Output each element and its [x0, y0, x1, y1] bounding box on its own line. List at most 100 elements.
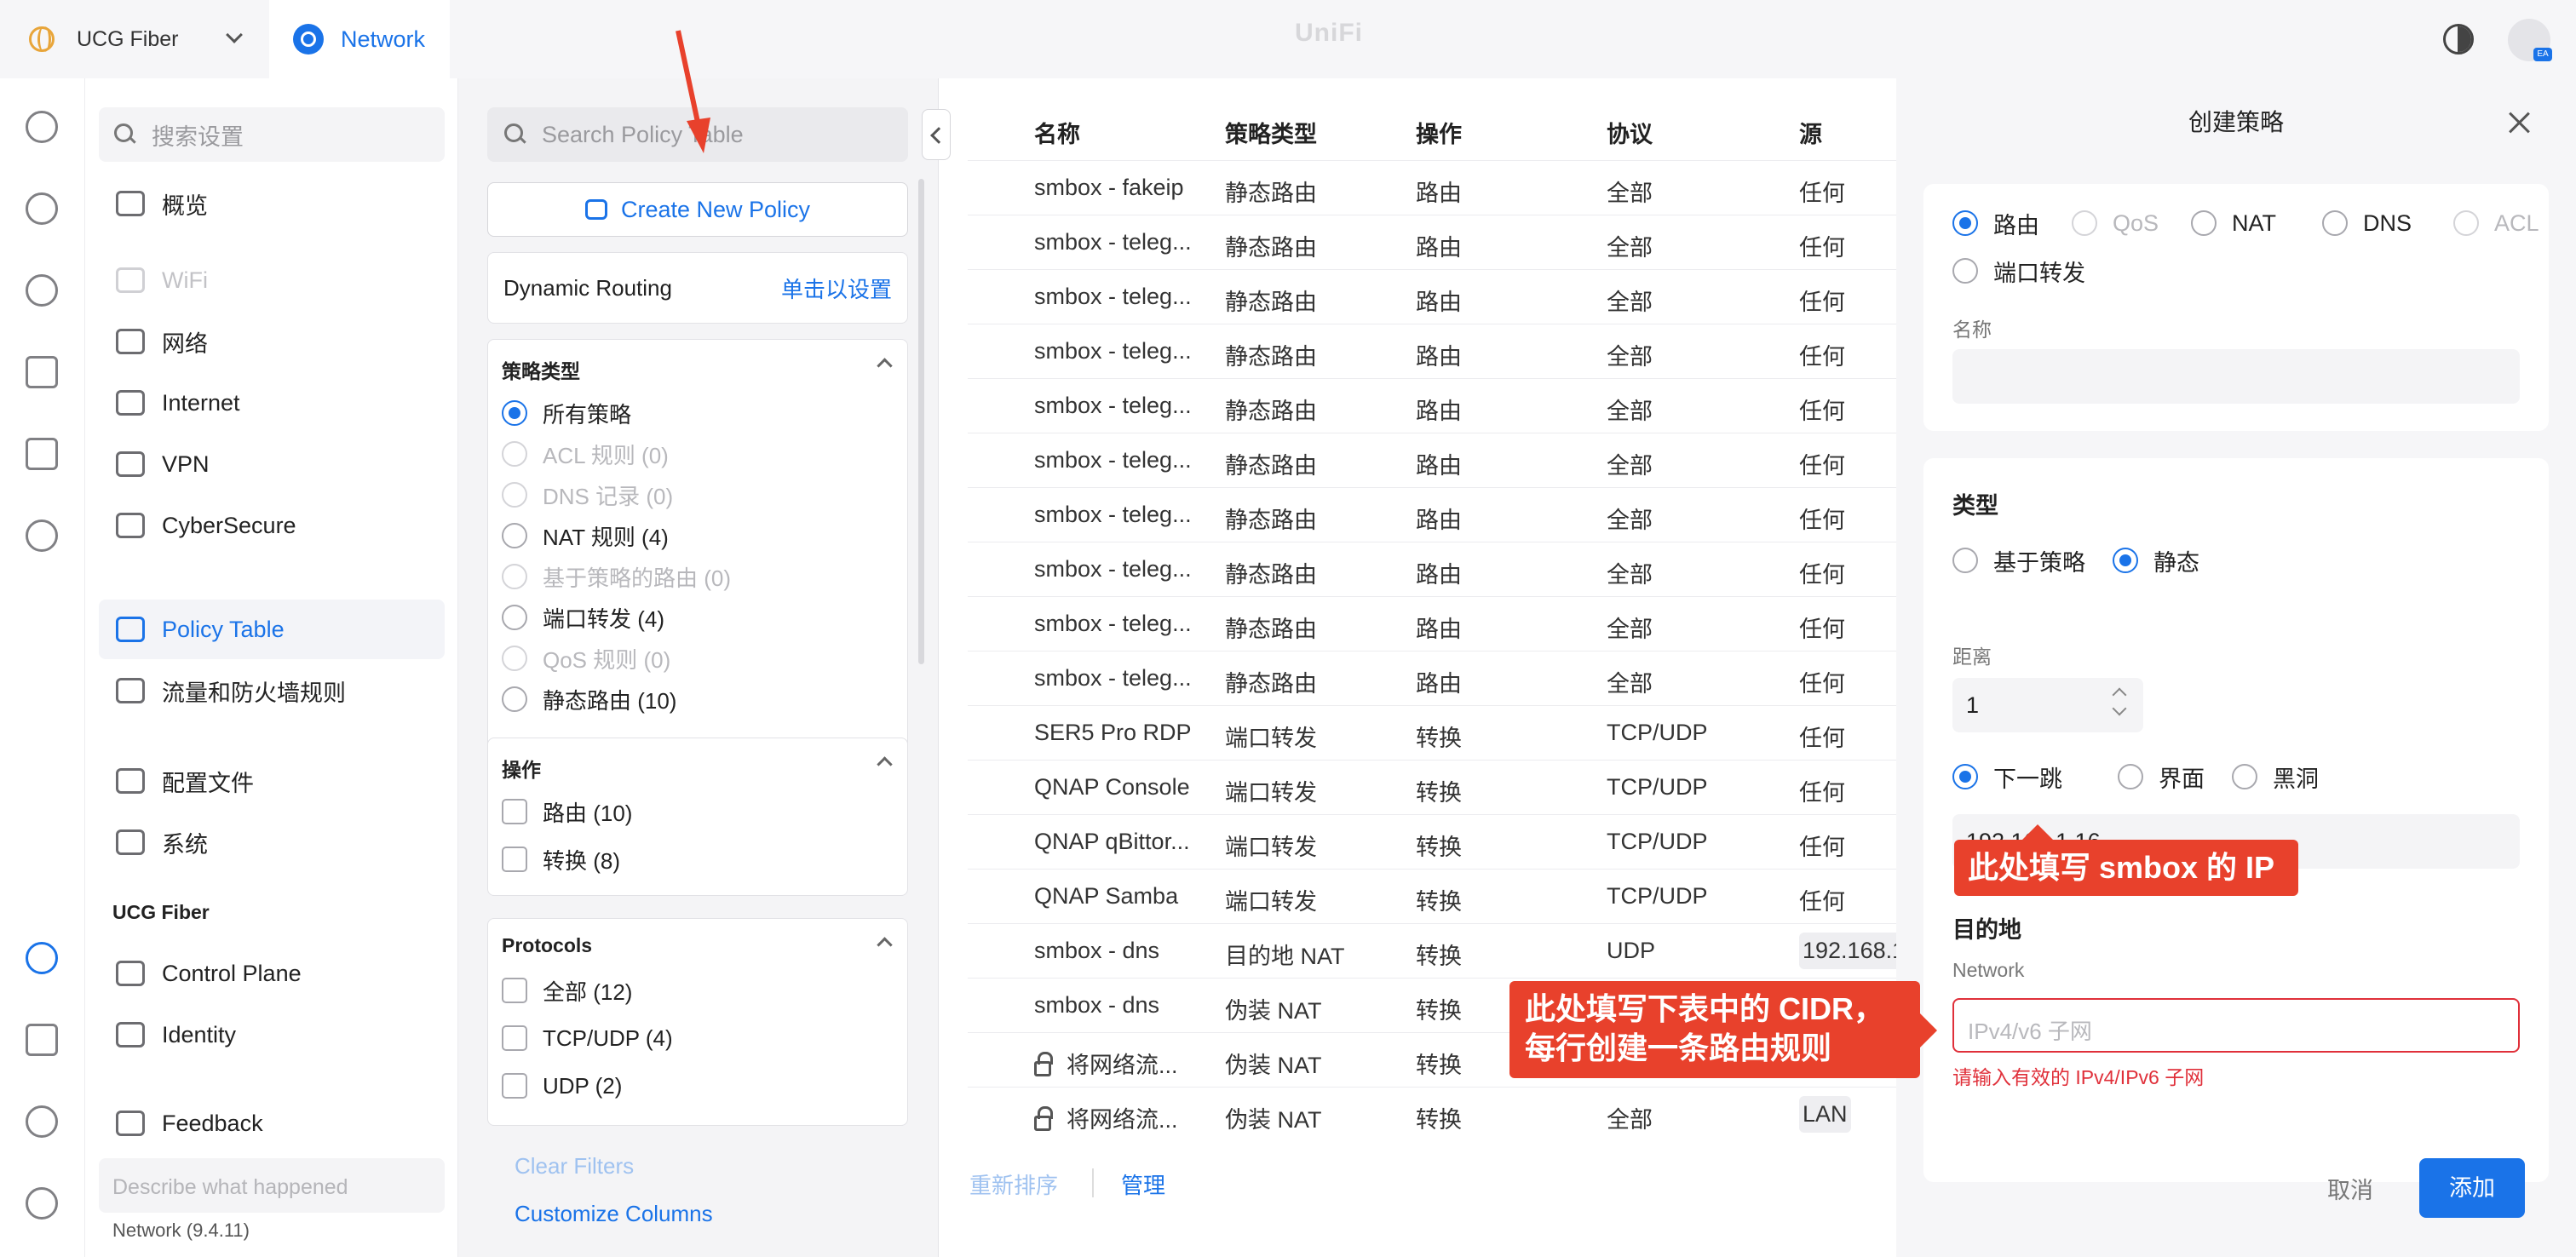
- devices-icon[interactable]: [24, 273, 60, 308]
- column-header-type[interactable]: 策略类型: [1225, 116, 1317, 149]
- column-header-protocol[interactable]: 协议: [1607, 116, 1653, 149]
- filter-protocol-all[interactable]: 全部 (12): [502, 973, 632, 1007]
- sidebar-item-policy-table[interactable]: Policy Table: [99, 600, 445, 659]
- column-header-source[interactable]: 源: [1799, 116, 1822, 149]
- dashboard-icon[interactable]: [24, 109, 60, 145]
- table-row[interactable]: smbox - teleg... 静态路由 路由 全部 任何: [968, 596, 1896, 651]
- reorder-link[interactable]: 重新排序: [969, 1168, 1058, 1200]
- create-new-policy-button[interactable]: Create New Policy: [487, 182, 908, 237]
- name-input[interactable]: [1952, 349, 2520, 404]
- kind-qos[interactable]: QoS: [2072, 206, 2159, 240]
- kind-nat[interactable]: NAT: [2191, 206, 2276, 240]
- column-header-name[interactable]: 名称: [1034, 116, 1080, 149]
- filter-all-policies[interactable]: 所有策略: [502, 396, 631, 430]
- table-row[interactable]: QNAP qBittor... 端口转发 转换 TCP/UDP 任何: [968, 814, 1896, 869]
- site-selector[interactable]: UCG Fiber: [0, 0, 269, 78]
- filter-protocol-tcpudp[interactable]: TCP/UDP (4): [502, 1021, 673, 1055]
- filter-qos[interactable]: QoS 规则 (0): [502, 641, 670, 675]
- filter-acl[interactable]: ACL 规则 (0): [502, 437, 669, 471]
- close-icon[interactable]: [2508, 111, 2532, 135]
- table-cell: 转换: [1416, 992, 1462, 1025]
- table-row[interactable]: smbox - teleg... 静态路由 路由 全部 任何: [968, 269, 1896, 324]
- collapse-filters-button[interactable]: [922, 109, 951, 160]
- cancel-button[interactable]: 取消: [2327, 1172, 2373, 1205]
- logs-icon[interactable]: [24, 1022, 60, 1058]
- filter-policy-routing[interactable]: 基于策略的路由 (0): [502, 560, 731, 594]
- hop-next-hop[interactable]: 下一跳: [1952, 760, 2062, 794]
- network-input[interactable]: IPv4/v6 子网: [1952, 998, 2520, 1053]
- table-row[interactable]: smbox - teleg... 静态路由 路由 全部 任何: [968, 324, 1896, 378]
- filter-port-forward[interactable]: 端口转发 (4): [502, 600, 664, 634]
- filter-dns[interactable]: DNS 记录 (0): [502, 478, 673, 512]
- add-button[interactable]: 添加: [2419, 1158, 2525, 1218]
- chevron-up-icon[interactable]: [877, 937, 893, 953]
- filter-nat[interactable]: NAT 规则 (4): [502, 519, 669, 553]
- sidebar-item-profiles[interactable]: 配置文件: [99, 751, 445, 811]
- table-row[interactable]: smbox - dns 目的地 NAT 转换 UDP 192.168.1: [968, 923, 1909, 978]
- table-row[interactable]: 将网络流... 伪装 NAT 转换 全部 LAN: [968, 1087, 1896, 1141]
- sidebar-item-wifi[interactable]: WiFi: [99, 250, 445, 310]
- sidebar-item-system[interactable]: 系统: [99, 812, 445, 872]
- admins-icon[interactable]: [24, 1185, 60, 1221]
- feedback-input[interactable]: Describe what happened: [99, 1158, 445, 1213]
- hop-interface[interactable]: 界面: [2118, 760, 2205, 794]
- filter-action-translate[interactable]: 转换 (8): [502, 842, 620, 876]
- chevron-up-icon[interactable]: [877, 756, 893, 772]
- filter-action-route[interactable]: 路由 (10): [502, 795, 632, 829]
- sidebar-item-networks[interactable]: 网络: [99, 312, 445, 371]
- table-row[interactable]: smbox - teleg... 静态路由 路由 全部 任何: [968, 378, 1896, 433]
- distance-stepper[interactable]: 1: [1952, 678, 2143, 732]
- table-row[interactable]: SER5 Pro RDP 端口转发 转换 TCP/UDP 任何: [968, 705, 1896, 760]
- kind-dns[interactable]: DNS: [2322, 206, 2412, 240]
- settings-search-input[interactable]: 搜索设置: [99, 107, 445, 162]
- avatar[interactable]: EA: [2508, 19, 2552, 61]
- sidebar-item-feedback[interactable]: Feedback: [99, 1093, 445, 1153]
- chevron-down-icon[interactable]: [2112, 701, 2127, 716]
- ports-icon[interactable]: [24, 436, 60, 472]
- manage-link[interactable]: 管理: [1121, 1168, 1165, 1200]
- customize-columns-link[interactable]: Customize Columns: [515, 1201, 713, 1227]
- chevron-up-icon[interactable]: [2112, 687, 2127, 703]
- app-tab-network[interactable]: Network: [269, 0, 450, 78]
- clients-icon[interactable]: [24, 354, 60, 390]
- table-row[interactable]: smbox - teleg... 静态路由 路由 全部 任何: [968, 651, 1896, 705]
- table-cell: QNAP Samba: [1034, 883, 1178, 910]
- insights-icon[interactable]: [24, 518, 60, 554]
- column-header-action[interactable]: 操作: [1416, 116, 1462, 149]
- sidebar-item-internet[interactable]: Internet: [99, 373, 445, 433]
- filter-option-label: 基于策略的路由 (0): [543, 565, 732, 591]
- table-row[interactable]: smbox - teleg... 静态路由 路由 全部 任何: [968, 487, 1896, 542]
- clear-filters-link[interactable]: Clear Filters: [515, 1153, 634, 1180]
- table-row[interactable]: smbox - teleg... 静态路由 路由 全部 任何: [968, 215, 1896, 269]
- sidebar-item-identity[interactable]: Identity: [99, 1005, 445, 1065]
- topology-icon[interactable]: [24, 191, 60, 227]
- kind-port-forward[interactable]: 端口转发: [1952, 254, 2085, 288]
- sidebar-item-vpn[interactable]: VPN: [99, 434, 445, 494]
- settings-icon[interactable]: [24, 940, 60, 976]
- theme-toggle-icon[interactable]: [2443, 24, 2474, 55]
- table-row[interactable]: smbox - teleg... 静态路由 路由 全部 任何: [968, 542, 1896, 596]
- table-cell: 静态路由: [1225, 447, 1317, 480]
- table-row[interactable]: smbox - fakeip 静态路由 路由 全部 任何: [968, 160, 1896, 215]
- type-policy-based[interactable]: 基于策略: [1952, 543, 2085, 577]
- sidebar-item-firewall[interactable]: 流量和防火墙规则: [99, 661, 445, 720]
- table-row[interactable]: smbox - teleg... 静态路由 路由 全部 任何: [968, 433, 1896, 487]
- table-row[interactable]: QNAP Console 端口转发 转换 TCP/UDP 任何: [968, 760, 1896, 814]
- table-cell: 转换: [1416, 1101, 1462, 1134]
- table-row[interactable]: QNAP Samba 端口转发 转换 TCP/UDP 任何: [968, 869, 1896, 923]
- filter-scrollbar[interactable]: [918, 179, 924, 664]
- kind-route[interactable]: 路由: [1952, 206, 2039, 240]
- checkbox: [502, 1025, 527, 1051]
- filter-protocol-udp[interactable]: UDP (2): [502, 1069, 622, 1103]
- radio-selected: [502, 400, 527, 426]
- filter-static-route[interactable]: 静态路由 (10): [502, 682, 676, 716]
- dynamic-routing-setup-link[interactable]: 单击以设置: [781, 273, 892, 304]
- sidebar-item-cybersecure[interactable]: CyberSecure: [99, 496, 445, 555]
- chevron-up-icon[interactable]: [877, 358, 893, 374]
- sidebar-item-overview[interactable]: 概览: [99, 174, 445, 233]
- type-static[interactable]: 静态: [2113, 543, 2199, 577]
- kind-acl[interactable]: ACL: [2453, 206, 2539, 240]
- hop-blackhole[interactable]: 黑洞: [2232, 760, 2319, 794]
- alerts-icon[interactable]: [24, 1104, 60, 1139]
- sidebar-item-control-plane[interactable]: Control Plane: [99, 944, 445, 1003]
